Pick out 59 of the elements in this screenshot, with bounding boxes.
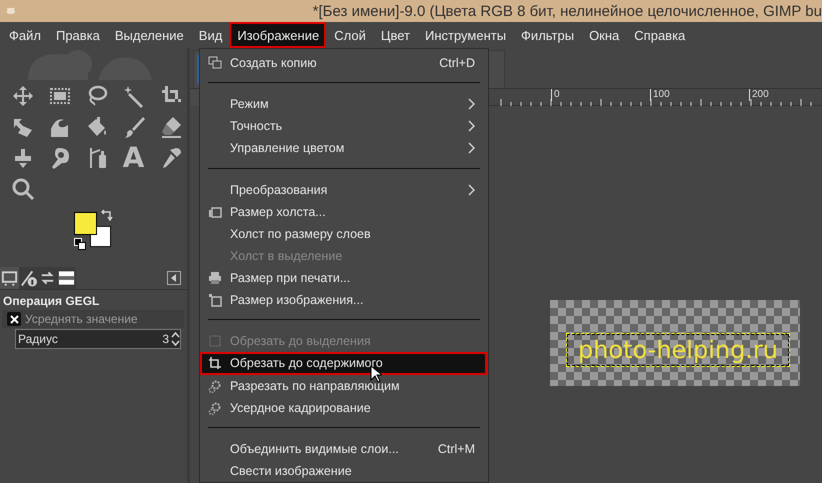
menu-item[interactable]: Разрезать по направляющим — [200, 374, 487, 397]
radius-spin-field[interactable]: Радиус 3 — [15, 329, 181, 349]
crop-icon — [208, 356, 222, 370]
panel-tab[interactable] — [19, 267, 38, 289]
menu-bar-item[interactable]: Инструменты — [416, 22, 514, 48]
ruler-label: 0 — [551, 89, 560, 101]
shortcut-text: Ctrl+M — [438, 442, 475, 456]
menu-bar-item[interactable]: Правка — [48, 22, 107, 48]
menu-item[interactable]: Объединить видимые слои... Ctrl+M — [200, 438, 487, 460]
panel-tab[interactable] — [57, 267, 76, 289]
menu-bar-item[interactable]: Выделение — [106, 22, 191, 48]
swap-colors-icon[interactable] — [101, 209, 113, 221]
panel-tab[interactable] — [0, 267, 19, 289]
menu-bar-item[interactable]: Цвет — [372, 22, 417, 48]
menu-item[interactable]: Размер при печати... — [200, 267, 487, 290]
text-tool-button[interactable]: A — [122, 146, 144, 170]
menu-item[interactable]: Усердное кадрирование — [200, 396, 487, 419]
info-tab-icon — [19, 268, 38, 288]
menu-item[interactable]: Преобразования — [200, 178, 487, 201]
scale-image-icon — [208, 293, 222, 308]
panel-title: Операция GEGL — [2, 293, 100, 310]
field-label: Радиус — [18, 332, 58, 346]
menu-bar-item[interactable]: Изображение — [229, 22, 326, 48]
menu-item[interactable]: Режим — [200, 93, 487, 116]
menu-bar-item[interactable]: Слой — [326, 22, 373, 48]
menu-bar-item[interactable]: Файл — [1, 22, 48, 48]
gear-icon — [208, 400, 222, 415]
ruler-label: 100 — [650, 89, 670, 101]
window-title: *[Без имени]-9.0 (Цвета RGB 8 бит, нелинейное целочисленное, GIMP bu — [312, 2, 822, 20]
menu-bar-item[interactable]: Окна — [581, 22, 626, 48]
ruler-label: 200 — [749, 89, 769, 101]
printer-icon — [208, 271, 222, 286]
foreground-color-swatch[interactable] — [74, 212, 97, 235]
menu-bar-item[interactable]: Фильтры — [513, 22, 582, 48]
zoom-icon[interactable] — [10, 176, 34, 200]
menu-item[interactable]: Управление цветом — [200, 137, 487, 160]
menu-item[interactable]: Размер холста... — [200, 200, 487, 223]
duplicate-icon — [208, 56, 222, 70]
shortcut-text: Ctrl+D — [439, 56, 475, 70]
menu-item[interactable]: Обрезать до содержимого — [200, 352, 487, 375]
menu-item[interactable]: Свести изображение — [200, 460, 487, 482]
canvas-size-icon — [208, 204, 222, 219]
menu-item[interactable]: Создать копию Ctrl+D — [200, 52, 487, 74]
checkbox[interactable] — [7, 312, 21, 326]
menu-bar-item[interactable]: Справка — [626, 22, 692, 48]
field-value: 3 — [162, 332, 169, 346]
panel-menu-icon[interactable] — [167, 271, 181, 285]
menu-item[interactable]: Размер изображения... — [200, 289, 487, 312]
checkbox-label: Усреднять значение — [25, 312, 138, 326]
menu-item[interactable]: Холст по размеру слоев — [200, 222, 487, 245]
panel-tab[interactable] — [38, 267, 57, 289]
crop-selection-icon — [208, 334, 222, 348]
spin-arrows-icon[interactable] — [171, 332, 180, 346]
default-colors-icon[interactable] — [74, 238, 86, 250]
menu-bar-item[interactable]: Вид — [190, 22, 230, 48]
menu-item[interactable]: Точность — [200, 115, 487, 138]
canvas-text: photo-helping.ru — [578, 337, 778, 363]
move-icon[interactable] — [10, 84, 34, 108]
gear-icon — [208, 378, 222, 393]
